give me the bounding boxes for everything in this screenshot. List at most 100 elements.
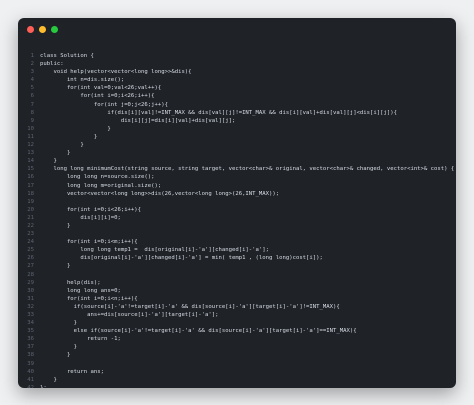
code-line: 19	[18, 198, 456, 206]
code-line: 6 for(int i=0;i<26;i++){	[18, 92, 456, 100]
line-number: 32	[27, 303, 34, 310]
line-number: 4	[30, 77, 34, 84]
maximize-dot-icon[interactable]	[51, 26, 58, 33]
code-text: class Solution {	[40, 53, 94, 59]
line-number: 38	[27, 352, 34, 359]
code-line: 35 else if(source[i]-'a'!=target[i]-'a' …	[18, 327, 456, 335]
code-line: 21 dis[i][i]=0;	[18, 214, 456, 222]
code-text: public:	[40, 61, 64, 68]
code-text: long long m=original.size();	[40, 182, 162, 189]
code-line: 31 for(int i=0;i<n;i++){	[18, 295, 456, 303]
code-line: 25 long long temp1 = dis[original[i]-'a'…	[18, 246, 456, 254]
code-line: 30 long long ans=0;	[18, 287, 456, 295]
line-number: 33	[27, 312, 34, 318]
code-text: }	[40, 125, 111, 132]
code-line: 17 long long m=original.size();	[18, 182, 456, 190]
line-number: 9	[30, 117, 34, 124]
line-number: 5	[30, 85, 34, 92]
code-line: 15 long long minimumCost(string source, …	[18, 165, 456, 173]
code-line: 39	[18, 360, 456, 368]
line-number: 15	[27, 166, 34, 173]
code-text: }	[40, 158, 57, 165]
line-number: 42	[27, 384, 34, 388]
code-line: 7 for(int j=0;j<26;j++){	[18, 101, 456, 109]
code-text: for(int j=0;j<26;j++){	[40, 101, 168, 108]
code-line: 34 }	[18, 319, 456, 327]
code-text: }	[40, 344, 78, 351]
line-number: 34	[27, 320, 34, 327]
line-number: 11	[27, 133, 34, 140]
code-line: 10 }	[18, 125, 456, 133]
code-line: 2 public:	[18, 60, 456, 68]
code-line: 28	[18, 271, 456, 279]
code-line: 33 ans+=dis[source[i]-'a'][target[i]-'a'…	[18, 311, 456, 319]
minimize-dot-icon[interactable]	[39, 26, 46, 33]
code-line: 3 void help(vector<vector<long long>>&di…	[18, 68, 456, 76]
line-number: 17	[27, 182, 34, 189]
line-number: 19	[27, 198, 34, 205]
code-line: 14 }	[18, 157, 456, 165]
line-number: 10	[27, 125, 34, 132]
code-line: 41 }	[18, 376, 456, 384]
code-text: }	[40, 263, 71, 270]
code-line: 36 return -1;	[18, 335, 456, 343]
code-text: for(int i=0;i<n;i++){	[40, 295, 138, 302]
code-text: vector<vector<long long>>dis(26,vector<l…	[40, 190, 280, 197]
code-text: }	[40, 133, 98, 140]
code-line: 32 if(source[i]-'a'!=target[i]-'a' && di…	[18, 303, 456, 311]
code-text: long long n=source.size();	[40, 174, 155, 181]
line-number: 25	[27, 247, 34, 254]
line-number: 30	[27, 287, 34, 294]
code-line: 24 for(int i=0;i<m;i++){	[18, 238, 456, 246]
line-number: 26	[27, 255, 34, 262]
code-text: if(source[i]-'a'!=target[i]-'a' && dis[s…	[40, 303, 340, 310]
code-text: help(dis);	[40, 279, 101, 286]
code-text: };	[40, 384, 47, 388]
code-text: }	[40, 150, 71, 157]
code-line: 4 int n=dis.size();	[18, 76, 456, 84]
line-number: 36	[27, 336, 34, 343]
code-text: for(int val=0;val<26;val++){	[40, 85, 162, 92]
code-text: int n=dis.size();	[40, 77, 125, 84]
code-line: 22 }	[18, 222, 456, 230]
code-text: for(int i=0;i<26;i++){	[40, 206, 142, 213]
code-text: long long minimumCost(string source, str…	[40, 166, 455, 173]
line-number: 16	[27, 174, 34, 181]
code-text: if(dis[i][val]!=INT_MAX && dis[val][j]!=…	[40, 109, 397, 116]
code-line: 20 for(int i=0;i<26;i++){	[18, 206, 456, 214]
code-text: for(int i=0;i<26;i++){	[40, 93, 155, 100]
code-line: 38 }	[18, 351, 456, 359]
code-line: 8 if(dis[i][val]!=INT_MAX && dis[val][j]…	[18, 109, 456, 117]
close-dot-icon[interactable]	[27, 26, 34, 33]
line-number: 22	[27, 222, 34, 229]
code-line: 12 }	[18, 141, 456, 149]
line-number: 2	[30, 61, 34, 68]
line-number: 20	[27, 206, 34, 213]
code-window: 1 class Solution { 2 public: 3 void help(vec…	[18, 18, 456, 388]
code-text: dis[i][j]=dis[i][val]+dis[val][j];	[40, 117, 236, 124]
line-number: 31	[27, 295, 34, 302]
code-line: 18 vector<vector<long long>>dis(26,vecto…	[18, 190, 456, 198]
line-number: 27	[27, 263, 34, 270]
code-text: dis[original[i]-'a'][changed[i]-'a'] = m…	[40, 255, 323, 262]
line-number: 23	[27, 231, 34, 238]
line-number: 6	[30, 93, 34, 100]
code-text: long long temp1 = dis[original[i]-'a'][c…	[40, 247, 270, 254]
line-number: 28	[27, 271, 34, 278]
code-text: }	[40, 142, 84, 149]
code-text: void help(vector<vector<long long>>&dis)…	[40, 69, 192, 76]
code-line: 11 }	[18, 133, 456, 141]
line-number: 39	[27, 360, 34, 367]
code-line: 37 }	[18, 343, 456, 351]
code-line: 40 return ans;	[18, 368, 456, 376]
code-line: 5 for(int val=0;val<26;val++){	[18, 84, 456, 92]
line-number: 37	[27, 344, 34, 351]
line-number: 1	[30, 53, 34, 59]
code-text: return -1;	[40, 336, 121, 343]
line-number: 18	[27, 190, 34, 197]
code-line: 42};	[18, 384, 456, 388]
code-line: 23	[18, 230, 456, 238]
line-number: 7	[30, 101, 34, 108]
code-line: 27 }	[18, 262, 456, 270]
code-line: 29 help(dis);	[18, 279, 456, 287]
